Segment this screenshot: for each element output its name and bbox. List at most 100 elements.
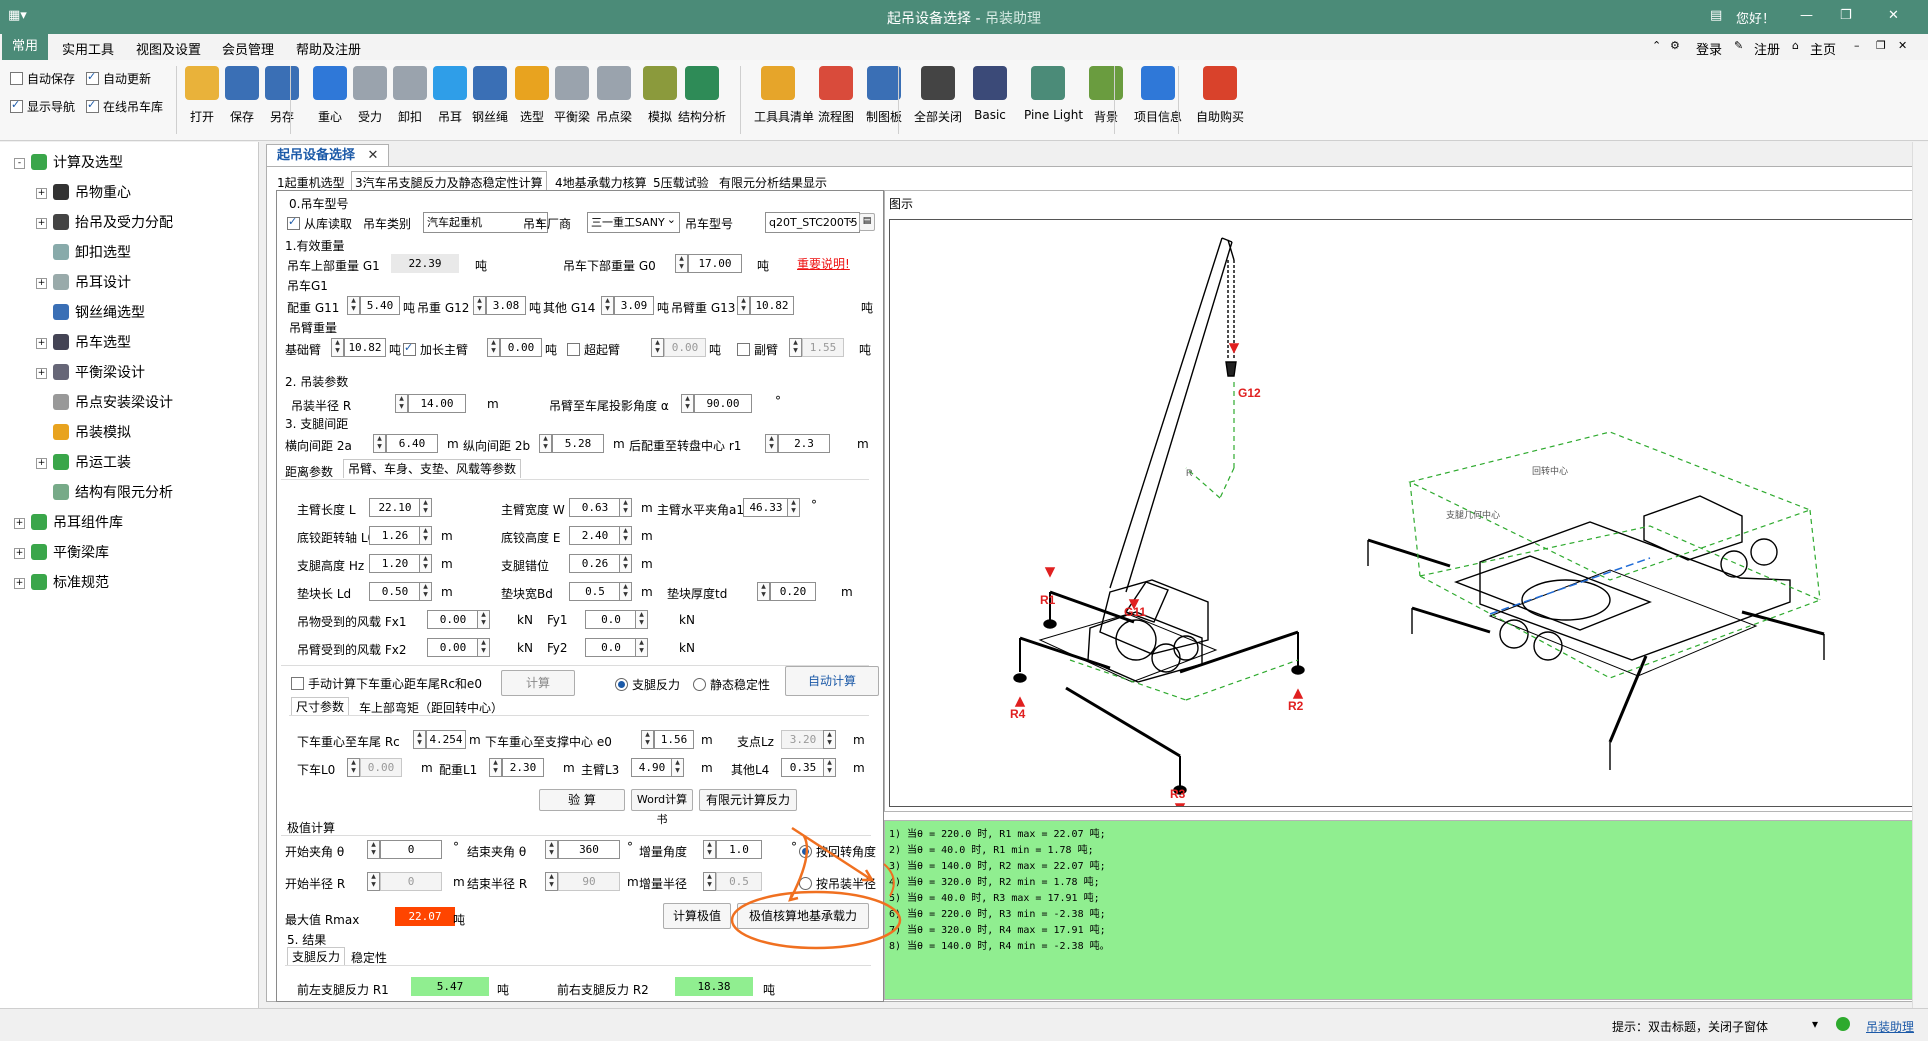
tab-view-settings[interactable]: 视图及设置 (136, 39, 201, 58)
g14-spinner[interactable]: ▲ ▼ (601, 296, 614, 315)
L-input[interactable]: 22.10 (369, 498, 421, 517)
expand-icon[interactable]: + (36, 338, 47, 349)
tree-item[interactable]: 吊装模拟 (36, 422, 131, 442)
calc-extreme-button[interactable]: 计算极值 (663, 903, 731, 929)
g12-spinner[interactable]: ▲ ▼ (473, 296, 486, 315)
theme-pine-button[interactable]: Pine Light (1024, 66, 1083, 122)
model-select[interactable]: q20T_STC200T5 (765, 210, 860, 233)
subtab-foundation-bearing[interactable]: 4地基承载力核算 (555, 174, 647, 191)
start-radius-input[interactable]: 0 (380, 872, 442, 891)
base-boom-spinner[interactable]: ▲ ▼ (331, 338, 344, 357)
flowchart-button[interactable]: 流程图 (812, 66, 860, 125)
brand-link[interactable]: 吊装助理 (1866, 1018, 1914, 1035)
Fy2-spinner[interactable]: ▲ ▼ (635, 638, 648, 657)
maximize-button[interactable]: ❐ (1840, 8, 1852, 23)
auto-save-checkbox[interactable]: 自动保存 (10, 70, 75, 87)
g11-spinner[interactable]: ▲ ▼ (347, 296, 360, 315)
static-stability-radio[interactable]: 静态稳定性 (693, 676, 770, 693)
mdi-close-icon[interactable]: ✕ (1898, 39, 1907, 52)
L1-input[interactable]: 2.30 (502, 758, 544, 777)
Fx2-spinner[interactable]: ▲ ▼ (477, 638, 490, 657)
clipboard-button[interactable]: 工具具清单 (754, 66, 814, 125)
Rc-spinner[interactable]: ▲ ▼ (413, 730, 426, 749)
lifting-beam-button[interactable]: 吊点梁 (590, 66, 638, 125)
super-boom-spinner[interactable]: ▲ ▼ (651, 338, 664, 357)
tree-item[interactable]: + 平衡梁设计 (36, 362, 145, 382)
g11-input[interactable]: 5.40 (360, 296, 400, 315)
super-boom-checkbox[interactable]: 超起臂 (567, 341, 620, 358)
expand-icon[interactable]: + (36, 368, 47, 379)
inc-angle-spinner[interactable]: ▲ ▼ (703, 840, 716, 859)
Lz-input[interactable]: 3.20 (781, 730, 825, 749)
expand-icon[interactable]: + (14, 578, 25, 589)
tree-item[interactable]: - 计算及选型 (14, 152, 123, 172)
auto-update-checkbox[interactable]: 自动更新 (86, 70, 151, 87)
E-input[interactable]: 2.40 (569, 526, 621, 545)
td-input[interactable]: 0.20 (770, 582, 816, 601)
start-angle-spinner[interactable]: ▲ ▼ (367, 840, 380, 859)
tree-item[interactable]: 钢丝绳选型 (36, 302, 145, 322)
theme-basic-button[interactable]: Basic (966, 66, 1014, 122)
Fy1-input[interactable]: 0.0 (585, 610, 637, 629)
collapse-ribbon-icon[interactable]: ⌃ (1652, 39, 1661, 52)
doc-tab-crane-selection[interactable]: 起吊设备选择 ✕ (266, 144, 390, 167)
e0-input[interactable]: 1.56 (654, 730, 694, 749)
Lz-spinner[interactable]: ▲ ▼ (823, 730, 836, 749)
b2-input[interactable]: 5.28 (552, 434, 604, 453)
a1-input[interactable]: 46.33 (743, 498, 789, 517)
check-ground-bearing-button[interactable]: 极值核算地基承载力 (737, 903, 869, 929)
online-crane-lib-checkbox[interactable]: 在线吊车库 (86, 98, 163, 115)
tree-item[interactable]: + 吊耳设计 (36, 272, 131, 292)
fea-reaction-button[interactable]: 有限元计算反力 (699, 789, 797, 811)
start-radius-spinner[interactable]: ▲ ▼ (367, 872, 380, 891)
close-tab-icon[interactable]: ✕ (368, 148, 379, 163)
dtab-dimension-params[interactable]: 尺寸参数 (291, 697, 350, 716)
radius-input[interactable]: 14.00 (408, 394, 466, 413)
g14-input[interactable]: 3.09 (614, 296, 654, 315)
register-link[interactable]: 注册 (1754, 39, 1780, 58)
close-button[interactable]: ✕ (1888, 8, 1899, 23)
expand-icon[interactable]: + (36, 188, 47, 199)
jib-spinner[interactable]: ▲ ▼ (789, 338, 802, 357)
structure-analysis-button[interactable]: 结构分析 (678, 66, 726, 125)
mdi-minimize-icon[interactable]: – (1854, 39, 1860, 52)
info-button[interactable]: 项目信息 (1134, 66, 1182, 125)
Fy2-input[interactable]: 0.0 (585, 638, 637, 657)
expand-icon[interactable]: + (14, 548, 25, 559)
tab-tools[interactable]: 实用工具 (62, 39, 114, 58)
subtab-fea-results[interactable]: 有限元分析结果显示 (719, 174, 827, 191)
Fy1-spinner[interactable]: ▲ ▼ (635, 610, 648, 629)
jib-input[interactable]: 1.55 (802, 338, 844, 357)
a2-input[interactable]: 6.40 (386, 434, 438, 453)
L0-spinner[interactable]: ▲ ▼ (419, 526, 432, 545)
e0-spinner[interactable]: ▲ ▼ (641, 730, 654, 749)
word-report-button[interactable]: Word计算书 (631, 789, 693, 826)
L4-spinner[interactable]: ▲ ▼ (823, 758, 836, 777)
rtab-leg-reaction[interactable]: 支腿反力 (287, 947, 346, 966)
tree-item[interactable]: 吊点安装梁设计 (36, 392, 173, 412)
background-button[interactable]: 背景 (1082, 66, 1130, 125)
subtab-load-test[interactable]: 5压载试验 (653, 174, 709, 191)
Fx1-spinner[interactable]: ▲ ▼ (477, 610, 490, 629)
from-library-checkbox[interactable]: 从库读取 (287, 215, 352, 232)
L0b-input[interactable]: 0.00 (360, 758, 402, 777)
td-spinner[interactable]: ▲ ▼ (757, 582, 770, 601)
tab-help[interactable]: 帮助及注册 (296, 39, 361, 58)
wire-rope-button[interactable]: 钢丝绳 (466, 66, 514, 125)
a2-spinner[interactable]: ▲ ▼ (373, 434, 386, 453)
g12-input[interactable]: 3.08 (486, 296, 526, 315)
L3-input[interactable]: 4.90 (631, 758, 673, 777)
L3-spinner[interactable]: ▲ ▼ (671, 758, 684, 777)
g13-spinner[interactable]: ▲ ▼ (737, 296, 750, 315)
W-spinner[interactable]: ▲ ▼ (619, 498, 632, 517)
Fx2-input[interactable]: 0.00 (427, 638, 479, 657)
simulation-button[interactable]: 模拟 (636, 66, 684, 125)
status-dropdown-icon[interactable]: ▾ (1812, 1017, 1818, 1031)
spreader-beam-button[interactable]: 平衡梁 (548, 66, 596, 125)
drawing-board-button[interactable]: 制图板 (860, 66, 908, 125)
show-nav-checkbox[interactable]: 显示导航 (10, 98, 75, 115)
subtab-crane-selection[interactable]: 1起重机选型 (277, 174, 345, 191)
super-boom-input[interactable]: 0.00 (664, 338, 706, 357)
start-angle-input[interactable]: 0 (380, 840, 442, 859)
crane-lib-icon[interactable]: ▤ (859, 213, 875, 231)
